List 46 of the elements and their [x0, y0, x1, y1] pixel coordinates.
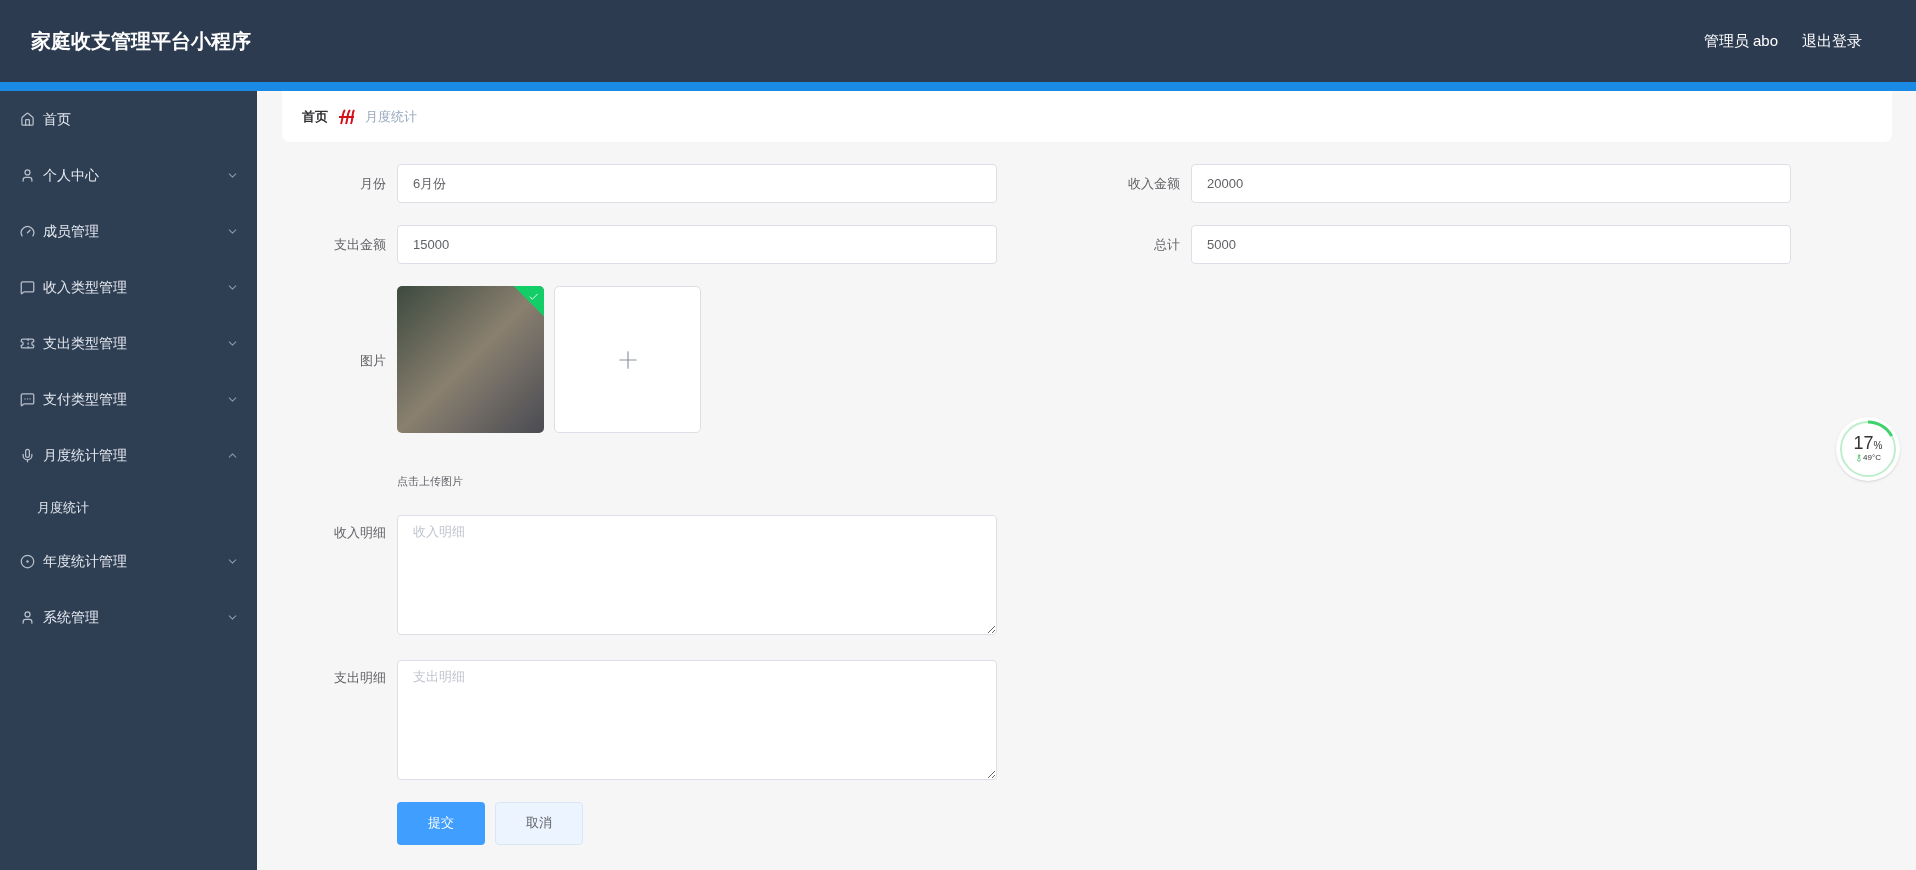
- field-label: 收入金额: [1127, 174, 1181, 193]
- logout-link[interactable]: 退出登录: [1802, 29, 1862, 53]
- ticket-icon: [20, 335, 35, 351]
- text-field[interactable]: 15000: [397, 225, 997, 264]
- sidebar-item[interactable]: 支付类型管理: [0, 371, 257, 427]
- cpu-reading: 17%: [1853, 434, 1883, 452]
- textarea-field[interactable]: 支出明细: [397, 659, 997, 780]
- user-icon: [20, 167, 35, 183]
- ring-icon: [20, 553, 35, 569]
- uploaded-photo[interactable]: [397, 286, 544, 433]
- thermometer-icon: [1855, 454, 1864, 462]
- gauge-icon: [20, 223, 35, 239]
- admin-name: 管理员 abo: [1703, 30, 1778, 51]
- text-field[interactable]: 20000: [1191, 164, 1791, 203]
- cancel-button[interactable]: 取消: [495, 801, 583, 845]
- field-label: 支出明细: [333, 668, 387, 687]
- upload-tile[interactable]: [554, 286, 701, 433]
- field-label: 总计: [1153, 235, 1181, 254]
- home-icon: [20, 111, 35, 127]
- sidebar-item[interactable]: 支出类型管理: [0, 315, 257, 371]
- chat-icon: [20, 279, 35, 295]
- text-field[interactable]: 6月份: [397, 164, 997, 203]
- user-icon: [20, 609, 35, 625]
- sidebar-item[interactable]: 月度统计管理: [0, 427, 257, 483]
- breadcrumb-item[interactable]: 首页: [302, 106, 328, 127]
- sidebar-item[interactable]: 收入类型管理: [0, 259, 257, 315]
- separator-icon: [338, 108, 355, 125]
- field-label: 收入明细: [333, 523, 387, 542]
- sidebar-item[interactable]: 个人中心: [0, 147, 257, 203]
- check-icon: [527, 291, 539, 303]
- textarea-field[interactable]: 收入明细: [397, 514, 997, 635]
- text-field[interactable]: 5000: [1191, 225, 1791, 264]
- sidebar-item[interactable]: 年度统计管理: [0, 533, 257, 589]
- microphone-icon: [20, 447, 35, 463]
- message-icon: [20, 391, 35, 407]
- field-label: 图片: [359, 352, 387, 370]
- upload-hint: 点击上传图片: [397, 474, 464, 489]
- breadcrumb-item: 月度统计: [365, 107, 417, 126]
- sidebar-subitem[interactable]: 月度统计: [0, 483, 257, 533]
- sidebar-item[interactable]: 首页: [0, 91, 257, 147]
- sidebar-item[interactable]: 成员管理: [0, 203, 257, 259]
- field-label: 月份: [359, 174, 387, 193]
- app-title: 家庭收支管理平台小程序: [31, 29, 252, 54]
- field-label: 支出金额: [333, 235, 387, 254]
- temperature-reading: 49°C: [1863, 452, 1881, 464]
- sidebar-item[interactable]: 系统管理: [0, 589, 257, 645]
